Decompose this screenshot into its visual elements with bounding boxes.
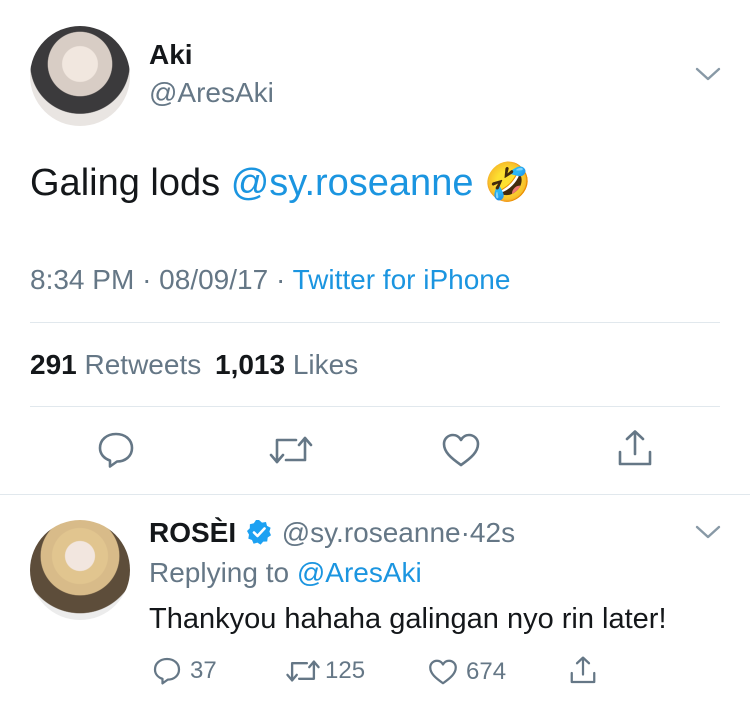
author-avatar[interactable] [30,26,130,126]
reply-share-button[interactable] [568,654,598,686]
mention-link[interactable]: @sy.roseanne [231,162,474,204]
reply-header: ROSÈI @sy.roseanne·42s [149,517,515,549]
share-icon [570,656,596,684]
author-name[interactable]: Aki [149,39,193,71]
reply-count: 37 [190,657,217,684]
tweet-time: 8:34 PM [30,264,135,295]
reply-like-button[interactable]: 674 [428,658,506,686]
chevron-down-icon[interactable] [694,64,722,84]
retweet-icon [269,436,313,464]
reply-reply-button[interactable]: 37 [152,656,217,686]
share-icon [618,430,652,466]
retweet-icon [286,660,320,682]
retweet-button[interactable] [268,432,314,468]
separator-dot: · [275,264,286,295]
retweets-count: 291 [30,349,77,380]
reply-icon [153,657,181,685]
tweet-text: Galing lods @sy.roseanne 🤣 [30,161,531,205]
like-button[interactable] [441,432,481,468]
retweets-stat[interactable]: 291 Retweets [30,349,209,380]
reply-author-avatar[interactable] [30,520,130,620]
section-divider [0,494,750,495]
divider [30,322,720,323]
retweets-label: Retweets [84,349,202,380]
replying-to-label: Replying to [149,557,290,588]
divider [30,406,720,407]
reply-icon [98,432,134,468]
share-button[interactable] [615,428,655,468]
emoji: 🤣 [484,162,532,204]
reply-retweet-count: 125 [325,657,366,684]
tweet-source-link[interactable]: Twitter for iPhone [293,264,511,295]
author-handle[interactable]: @AresAki [149,77,274,109]
reply-text: Thankyou hahaha galingan nyo rin later! [149,603,667,635]
reply-like-count: 674 [466,658,507,685]
tweet-date: 08/09/17 [159,264,269,295]
reply-button[interactable] [96,430,136,470]
separator-dot: · [460,517,470,548]
verified-badge-icon [246,519,272,545]
tweet-text-main: Galing lods [30,162,221,204]
likes-stat[interactable]: 1,013 Likes [215,349,358,380]
timestamp-row: 8:34 PM · 08/09/17 · Twitter for iPhone [30,264,510,296]
engagement-counts: 291 Retweets 1,013 Likes [30,349,358,381]
reply-retweet-button[interactable]: 125 [285,657,365,685]
likes-label: Likes [292,349,359,380]
like-icon [429,659,457,685]
replying-to-handle[interactable]: @AresAki [297,557,422,588]
reply-author-handle[interactable]: @sy.roseanne [282,517,461,548]
reply-chevron-down-icon[interactable] [694,522,722,542]
reply-author-name[interactable]: ROSÈI [149,517,236,548]
reply-time-ago[interactable]: 42s [470,517,515,548]
like-icon [442,433,480,467]
replying-to: Replying to @AresAki [149,557,422,589]
separator-dot: · [142,264,152,295]
likes-count: 1,013 [215,349,286,380]
